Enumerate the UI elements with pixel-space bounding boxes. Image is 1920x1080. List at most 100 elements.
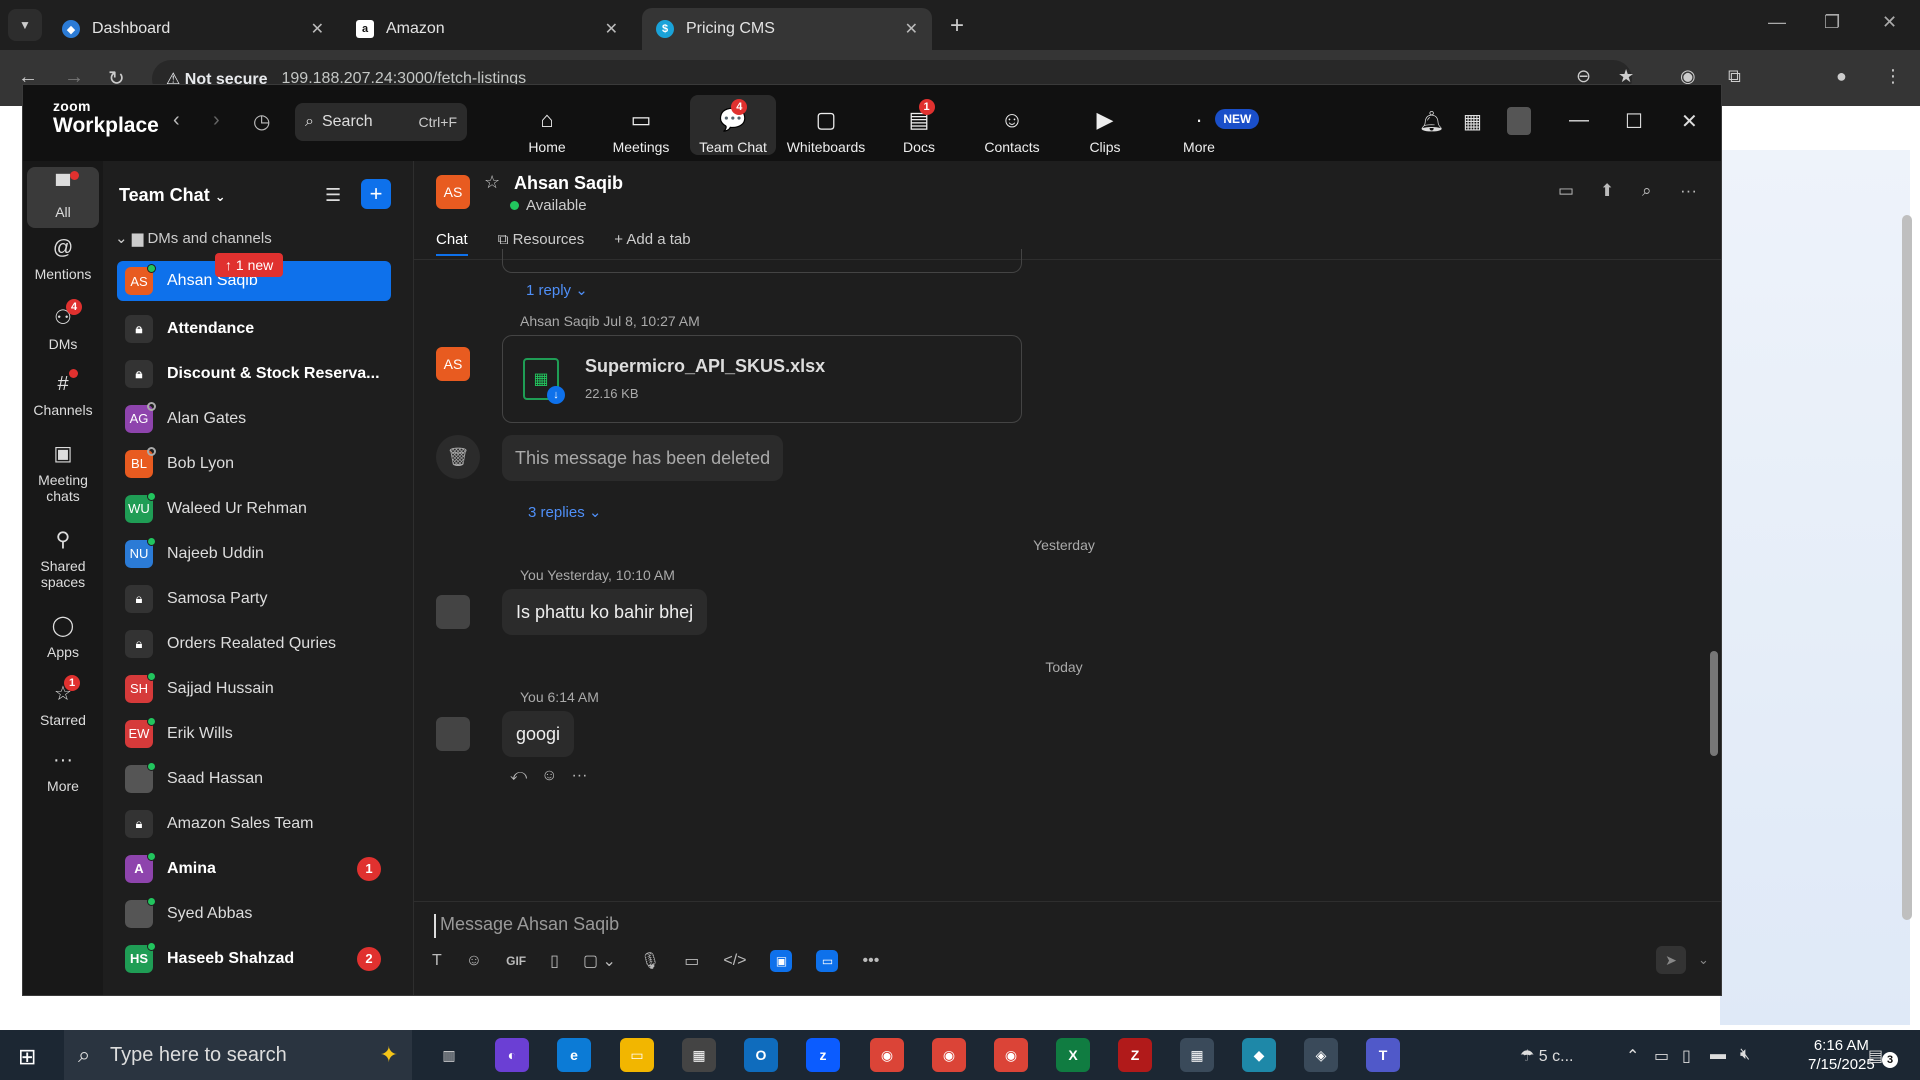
zoom-minimize-icon[interactable]: —: [1569, 109, 1589, 132]
message-bubble[interactable]: Is phattu ko bahir bhej: [502, 589, 708, 635]
close-tab-icon[interactable]: ✕: [311, 19, 324, 39]
store-app-icon[interactable]: ▦: [682, 1038, 716, 1072]
emoji-icon[interactable]: ☺: [466, 952, 482, 970]
chat-title[interactable]: Ahsan Saqib: [514, 173, 623, 194]
gif-icon[interactable]: GIF: [506, 954, 526, 968]
microphone-icon[interactable]: 🎙︎: [640, 951, 660, 971]
new-tab-icon[interactable]: +: [950, 12, 964, 40]
browser-tab-amazon[interactable]: a Amazon ✕: [342, 8, 632, 50]
user-avatar[interactable]: [1507, 107, 1531, 135]
composer-more-icon[interactable]: •••: [862, 952, 879, 970]
file-attachment[interactable]: ▦ ↓ Supermicro_API_SKUS.xlsx 22.16 KB: [502, 335, 1022, 423]
close-tab-icon[interactable]: ✕: [605, 19, 618, 39]
taskbar-search[interactable]: ⌕ Type here to search ✦: [64, 1030, 412, 1080]
tab-chat[interactable]: Chat: [436, 231, 468, 256]
list-item-samosa-party[interactable]: 🔒︎ Samosa Party: [117, 576, 391, 621]
chat-scrollbar[interactable]: [1710, 261, 1718, 891]
list-item-bob-lyon[interactable]: BL Bob Lyon: [117, 441, 391, 486]
notifications-bell-icon[interactable]: 🔔︎: [1419, 109, 1444, 134]
new-chat-button[interactable]: +: [361, 179, 391, 209]
excel-app-icon[interactable]: X: [1056, 1038, 1090, 1072]
app-icon[interactable]: ◆: [1242, 1038, 1276, 1072]
channel-avatar[interactable]: AS: [436, 175, 470, 209]
nav-whiteboards[interactable]: ▢ Whiteboards: [783, 95, 869, 155]
nav-docs[interactable]: ▤ 1 Docs: [876, 95, 962, 155]
zoom-search[interactable]: ⌕ Search Ctrl+F: [295, 103, 467, 141]
volume-muted-icon[interactable]: 🔇︎: [1740, 1046, 1750, 1064]
nav-home[interactable]: ⌂ Home: [504, 95, 590, 155]
list-item-ahsan-saqib[interactable]: AS Ahsan Saqib ↑ 1 new: [117, 253, 391, 301]
list-item-syed-abbas[interactable]: Syed Abbas: [117, 891, 391, 936]
calendar-icon[interactable]: ▦: [1463, 109, 1482, 134]
profile-avatar-icon[interactable]: ●: [1836, 66, 1847, 87]
list-item-amazon-sales[interactable]: 🔒︎ Amazon Sales Team: [117, 801, 391, 846]
windows-start-icon[interactable]: ⊞: [18, 1044, 36, 1070]
chrome-app-icon[interactable]: ◉: [994, 1038, 1028, 1072]
sender-avatar[interactable]: AS: [436, 347, 470, 381]
zoom-close-icon[interactable]: ✕: [1681, 109, 1698, 134]
rail-shared-spaces[interactable]: ⚲ Shared spaces: [27, 527, 99, 590]
video-call-icon[interactable]: ▭: [1558, 181, 1574, 201]
dms-channels-section[interactable]: ⌄ ▆ DMs and channels: [115, 229, 272, 247]
rail-meeting-chats[interactable]: ▣ Meeting chats: [27, 441, 99, 504]
close-window-icon[interactable]: ✕: [1882, 12, 1897, 33]
attach-file-icon[interactable]: ▯: [550, 951, 559, 971]
list-item-amina[interactable]: A Amina 1: [117, 846, 391, 891]
share-screen-icon[interactable]: ⬆: [1600, 181, 1614, 201]
more-options-icon[interactable]: ···: [1680, 181, 1697, 201]
weather-widget[interactable]: ☂ 5 c...: [1520, 1046, 1573, 1066]
zoom-back-icon[interactable]: ‹: [173, 109, 180, 132]
list-item-discount[interactable]: 🔒︎ Discount & Stock Reserva...: [117, 351, 391, 396]
browser-menu-icon[interactable]: ⋮: [1884, 66, 1902, 87]
battery-icon[interactable]: ▬: [1710, 1046, 1726, 1064]
reply-thread-icon[interactable]: ⤺: [510, 767, 527, 785]
device-icon[interactable]: ▯: [1682, 1046, 1691, 1066]
list-item-erik-wills[interactable]: EW Erik Wills: [117, 711, 391, 756]
thread-reply-link[interactable]: 1 reply ⌄: [526, 281, 588, 299]
filter-icon[interactable]: ☰: [325, 185, 341, 206]
nav-clips[interactable]: ▶ Clips: [1062, 95, 1148, 155]
send-button[interactable]: ➤: [1656, 946, 1686, 974]
app-integration-icon[interactable]: ▣: [770, 950, 793, 972]
my-avatar[interactable]: [436, 717, 470, 751]
network-icon[interactable]: ▭: [1654, 1046, 1669, 1066]
zoom-forward-icon[interactable]: ›: [213, 109, 220, 132]
rail-dms[interactable]: ⚇ 4 DMs: [27, 299, 99, 352]
browser-tab-pricing-cms[interactable]: $ Pricing CMS ✕: [642, 8, 932, 50]
search-chat-icon[interactable]: ⌕: [1642, 181, 1652, 201]
message-bubble[interactable]: googi: [502, 711, 575, 757]
add-reaction-icon[interactable]: ☺: [541, 767, 557, 785]
star-icon[interactable]: ☆: [484, 172, 500, 193]
extensions-puzzle-icon[interactable]: ⧉: [1728, 66, 1741, 87]
minimize-icon[interactable]: —: [1768, 12, 1786, 33]
rail-mentions[interactable]: @ Mentions: [27, 237, 99, 282]
copilot-app-icon[interactable]: ◐: [495, 1038, 529, 1072]
zoom-maximize-icon[interactable]: ☐: [1625, 109, 1643, 134]
app-chat-icon[interactable]: ▭: [816, 950, 839, 972]
video-message-icon[interactable]: ▭: [684, 951, 699, 971]
list-item-sajjad[interactable]: SH Sajjad Hussain: [117, 666, 391, 711]
rail-apps[interactable]: ◯ Apps: [27, 613, 99, 660]
screenshot-icon[interactable]: ▢ ⌄: [583, 951, 616, 971]
rail-all[interactable]: ▀ All: [27, 167, 99, 228]
show-hidden-icons[interactable]: ⌃: [1626, 1046, 1639, 1066]
teams-app-icon[interactable]: T: [1366, 1038, 1400, 1072]
my-avatar[interactable]: [436, 595, 470, 629]
zoom-app-icon[interactable]: z: [806, 1038, 840, 1072]
outlook-app-icon[interactable]: O: [744, 1038, 778, 1072]
calculator-app-icon[interactable]: ▦: [1180, 1038, 1214, 1072]
restore-icon[interactable]: ❐: [1824, 12, 1840, 33]
tab-search-button[interactable]: ▼: [8, 9, 42, 41]
file-explorer-icon[interactable]: ▭: [620, 1038, 654, 1072]
rail-more[interactable]: ··· More: [27, 749, 99, 794]
list-item-waleed[interactable]: WU Waleed Ur Rehman: [117, 486, 391, 531]
rail-starred[interactable]: ☆ 1 Starred: [27, 675, 99, 728]
webpage-scrollbar[interactable]: [1902, 215, 1912, 920]
history-icon[interactable]: ◷: [253, 109, 270, 134]
nav-more[interactable]: · NEW More: [1156, 95, 1260, 155]
list-item-alan-gates[interactable]: AG Alan Gates: [117, 396, 391, 441]
system-clock[interactable]: 6:16 AM 7/15/2025: [1808, 1036, 1875, 1074]
m365-app-icon[interactable]: ◈: [1304, 1038, 1338, 1072]
chrome-app-icon[interactable]: ◉: [870, 1038, 904, 1072]
filezilla-app-icon[interactable]: Z: [1118, 1038, 1152, 1072]
